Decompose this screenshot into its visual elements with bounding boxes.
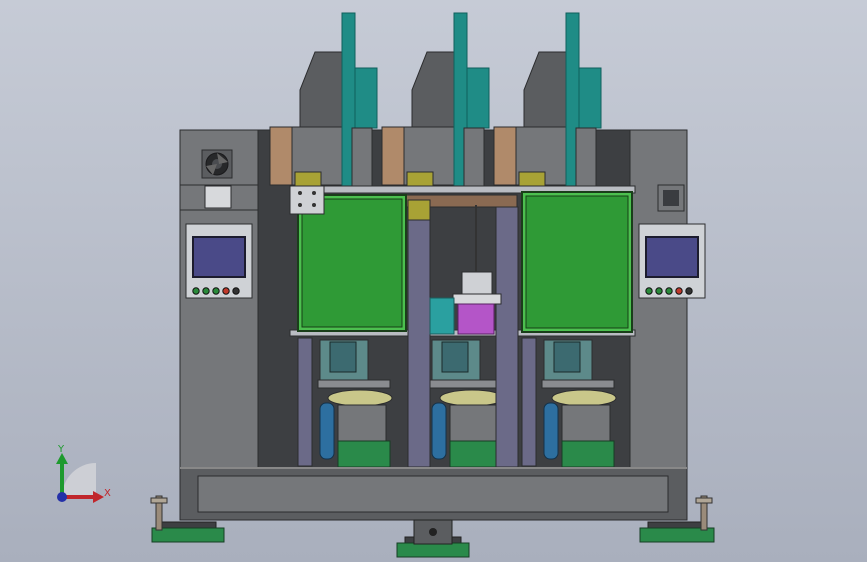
side-post: [521, 337, 537, 467]
copper-bracket: [381, 126, 405, 186]
guard-window-left: [297, 194, 407, 332]
leveling-nut: [150, 497, 168, 504]
blue-roller: [431, 402, 447, 460]
hmi-button[interactable]: [685, 287, 693, 295]
actuator-housing: [463, 127, 485, 187]
motor-housing: [449, 404, 499, 442]
hmi-button[interactable]: [645, 287, 653, 295]
olive-clamp: [518, 171, 546, 187]
fixture-rail: [429, 379, 503, 389]
hmi-screen-left[interactable]: [192, 236, 246, 278]
machine-base: [179, 467, 688, 521]
hmi-panel-right[interactable]: [638, 223, 706, 299]
station-control-box: [289, 185, 325, 215]
green-base-block: [337, 440, 391, 468]
teal-actuator: [466, 67, 490, 129]
left-side-panel: [179, 129, 259, 471]
center-olive-block: [407, 199, 431, 221]
right-junction-window: [663, 190, 679, 206]
leveling-nut: [695, 497, 713, 504]
teal-actuator: [578, 67, 602, 129]
motor-housing: [561, 404, 611, 442]
cooling-fan-icon: [201, 149, 233, 179]
power-switch-box: [204, 185, 232, 209]
foot-pad: [151, 527, 225, 543]
center-foot-bolt: [429, 528, 437, 536]
center-column-left: [407, 206, 431, 468]
motor-housing: [337, 404, 387, 442]
x-axis-label: X: [104, 488, 111, 499]
hmi-button[interactable]: [192, 287, 200, 295]
green-base-block: [449, 440, 503, 468]
turntable: [439, 389, 505, 407]
side-post: [297, 337, 313, 467]
blue-roller: [543, 402, 559, 460]
olive-clamp: [294, 171, 322, 187]
actuator-housing: [575, 127, 597, 187]
teal-actuator: [354, 67, 378, 129]
center-fixture-teal-bracket: [429, 297, 455, 335]
hmi-panel-left[interactable]: [185, 223, 253, 299]
hmi-button[interactable]: [675, 287, 683, 295]
triad-origin: [57, 492, 67, 502]
fixture-rail: [317, 379, 391, 389]
turntable: [551, 389, 617, 407]
actuator-housing: [351, 127, 373, 187]
blue-roller: [319, 402, 335, 460]
work-fixture-core: [553, 341, 581, 373]
machine-assembly-drawing: Y X: [0, 0, 867, 562]
fixture-rail: [541, 379, 615, 389]
guard-window-right: [521, 191, 633, 333]
olive-clamp: [406, 171, 434, 187]
cad-viewport[interactable]: Y X: [0, 0, 867, 562]
copper-bracket: [269, 126, 293, 186]
right-side-panel: [629, 129, 688, 471]
hmi-screen-right[interactable]: [645, 236, 699, 278]
y-axis-label: Y: [57, 444, 65, 455]
work-fixture-core: [329, 341, 357, 373]
hmi-button[interactable]: [212, 287, 220, 295]
hmi-button[interactable]: [665, 287, 673, 295]
copper-bracket: [493, 126, 517, 186]
hmi-button[interactable]: [655, 287, 663, 295]
center-column-right: [495, 206, 519, 468]
hmi-button[interactable]: [232, 287, 240, 295]
hmi-button[interactable]: [222, 287, 230, 295]
foot-pad: [396, 542, 470, 558]
green-base-block: [561, 440, 615, 468]
hmi-button[interactable]: [202, 287, 210, 295]
work-fixture-core: [441, 341, 469, 373]
turntable: [327, 389, 393, 407]
